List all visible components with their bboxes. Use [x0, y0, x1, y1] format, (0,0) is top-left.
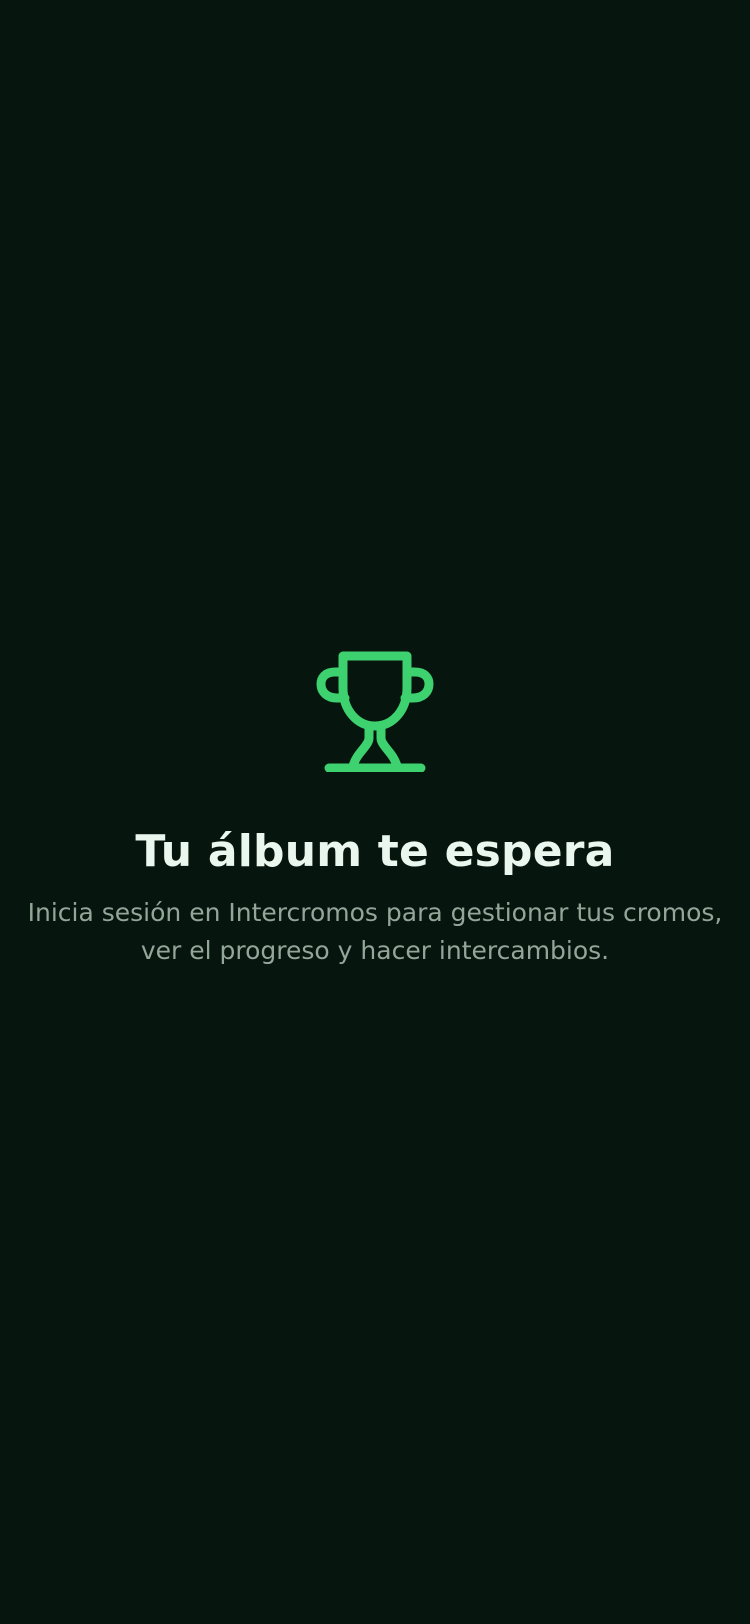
trophy-icon	[313, 648, 437, 772]
login-prompt-message: Inicia sesión en Intercromos para gestio…	[27, 898, 723, 965]
page-title: Tu álbum te espera	[135, 826, 615, 877]
empty-state: Tu álbum te espera Inicia sesión en Inte…	[0, 648, 750, 970]
app-screen: Tu álbum te espera Inicia sesión en Inte…	[0, 0, 750, 1624]
